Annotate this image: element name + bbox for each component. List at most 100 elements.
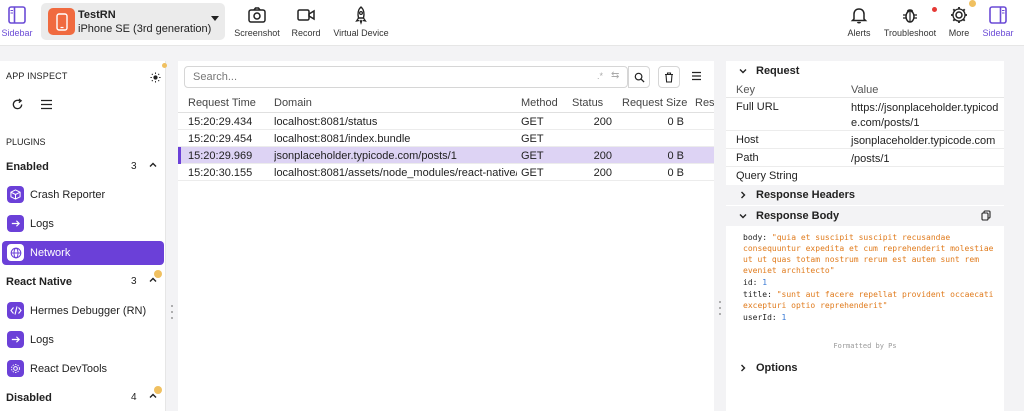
kv-value: https://jsonplaceholder.typicode.com/pos…	[851, 102, 999, 129]
device-model: iPhone SE (3rd generation)	[78, 23, 212, 35]
more-notification-dot	[969, 0, 976, 7]
record-label: Record	[291, 28, 321, 38]
table-row-selected[interactable]: 15:20:29.969 jsonplaceholder.typicode.co…	[178, 147, 714, 164]
menu-icon[interactable]	[39, 98, 53, 110]
menu-icon[interactable]	[691, 71, 702, 84]
column-header[interactable]: Method	[521, 97, 567, 109]
sidebar-item-react-devtools[interactable]: React DevTools	[2, 357, 164, 381]
group-count: 3	[131, 161, 137, 172]
sidebar-item-logs[interactable]: Logs	[2, 212, 164, 236]
json-key: body:	[743, 233, 768, 242]
column-header[interactable]: Status	[572, 97, 612, 109]
json-string: consequuntur expedita et cum reprehender…	[743, 244, 994, 253]
clear-button[interactable]	[658, 66, 680, 88]
detail-resize-handle[interactable]	[718, 301, 722, 315]
kv-row: Full URL https://jsonplaceholder.typicod…	[726, 98, 1004, 131]
search-input[interactable]	[193, 70, 573, 84]
sidebar-item-label: Hermes Debugger (RN)	[30, 305, 147, 317]
column-header[interactable]: Request Size	[622, 97, 692, 109]
screenshot-label: Screenshot	[234, 28, 280, 38]
kv-key: Full URL	[736, 101, 779, 113]
kv-row: Query String	[726, 167, 1004, 185]
table-row[interactable]: 15:20:30.155 localhost:8081/assets/node_…	[178, 164, 714, 181]
search-box: .* ⇆	[184, 66, 628, 88]
caret-down-icon	[211, 16, 219, 21]
formatted-by-label: Formatted by Ps	[833, 342, 897, 350]
column-header[interactable]: Resp	[695, 97, 714, 109]
alerts-button[interactable]: Alerts	[844, 0, 874, 46]
group-enabled-header[interactable]: Enabled 3	[0, 157, 166, 177]
sidebar-icon	[8, 6, 26, 24]
device-selector[interactable]: TestRN iPhone SE (3rd generation)	[41, 3, 225, 40]
rocket-icon	[355, 6, 367, 25]
record-button[interactable]: Record	[288, 0, 324, 46]
swap-icon[interactable]: ⇆	[611, 70, 619, 81]
sidebar-toggle-left-button[interactable]: Sidebar	[0, 0, 34, 46]
table-row[interactable]: 15:20:29.434 localhost:8081/status GET 2…	[178, 113, 714, 130]
value-header: Value	[851, 84, 879, 96]
section-title: Response Body	[756, 210, 840, 222]
cell-status: 200	[593, 150, 612, 162]
column-header[interactable]: Request Time	[188, 97, 274, 109]
troubleshoot-label: Troubleshoot	[883, 28, 937, 38]
cell-method: GET	[521, 133, 544, 145]
alerts-label: Alerts	[847, 28, 871, 38]
sidebar-toggle-right-button[interactable]: Sidebar	[980, 0, 1016, 46]
sidebar-item-rn-logs[interactable]: Logs	[2, 328, 164, 352]
cell-method: GET	[521, 116, 544, 128]
cell-domain: localhost:8081/status	[274, 116, 378, 128]
cell-domain: localhost:8081/index.bundle	[274, 133, 411, 145]
group-react-native-header[interactable]: React Native 3	[0, 272, 166, 292]
plugins-heading: PLUGINS	[6, 137, 46, 147]
response-body-section-header[interactable]: Response Body	[726, 206, 1004, 226]
key-header: Key	[736, 84, 755, 96]
chevron-right-icon	[741, 191, 746, 199]
request-section-header[interactable]: Request	[726, 61, 1004, 81]
sun-icon[interactable]	[149, 71, 161, 83]
group-label: Enabled	[6, 161, 49, 173]
more-button[interactable]: More	[945, 0, 973, 46]
phone-icon	[48, 8, 75, 35]
table-row[interactable]: 15:20:29.454 localhost:8081/index.bundle…	[178, 130, 714, 147]
virtual-device-button[interactable]: Virtual Device	[330, 0, 392, 46]
cube-icon	[7, 186, 24, 203]
kv-header: Key Value	[726, 81, 1004, 98]
sidebar-resize-handle[interactable]	[170, 305, 174, 319]
cell-method: GET	[521, 167, 544, 179]
kv-key: Path	[736, 152, 759, 164]
json-line: body: "quia et suscipit suscipit recusan…	[743, 232, 950, 243]
group-disabled-header[interactable]: Disabled 4	[0, 388, 166, 408]
sidebar-item-label: Logs	[30, 334, 54, 346]
settings-icon	[7, 360, 24, 377]
json-key: userId:	[743, 313, 777, 322]
camera-icon	[248, 7, 266, 23]
refresh-icon[interactable]	[10, 97, 24, 111]
chevron-right-icon	[741, 364, 746, 372]
copy-icon[interactable]	[981, 210, 991, 221]
sidebar-item-network[interactable]: Network	[2, 241, 164, 265]
group-label: Disabled	[6, 392, 52, 404]
sidebar-item-crash-reporter[interactable]: Crash Reporter	[2, 183, 164, 207]
troubleshoot-button[interactable]: Troubleshoot	[880, 0, 940, 46]
options-section-header[interactable]: Options	[726, 358, 1004, 378]
response-body-viewer: body: "quia et suscipit suscipit recusan…	[726, 227, 1004, 356]
column-header[interactable]: Domain	[274, 97, 517, 109]
regex-icon[interactable]: .*	[597, 71, 603, 81]
screenshot-button[interactable]: Screenshot	[232, 0, 282, 46]
json-line: id: 1	[743, 277, 767, 288]
sidebar-item-hermes-debugger[interactable]: Hermes Debugger (RN)	[2, 299, 164, 323]
chevron-up-icon	[149, 162, 157, 167]
json-key: title:	[743, 290, 772, 299]
gear-icon	[951, 7, 967, 23]
video-camera-icon	[297, 9, 315, 21]
sidebar-item-label: Crash Reporter	[30, 189, 106, 201]
cell-size: 0 B	[667, 150, 684, 162]
json-string: excepturi optio reprehenderit"	[743, 301, 888, 310]
code-icon	[7, 302, 24, 319]
search-button[interactable]	[628, 66, 650, 88]
trash-icon	[665, 71, 673, 83]
response-headers-section-header[interactable]: Response Headers	[726, 185, 1004, 205]
network-panel: .* ⇆ Request Time Domain Method Status R…	[178, 61, 714, 411]
top-toolbar: Sidebar TestRN iPhone SE (3rd generation…	[0, 0, 1024, 46]
sidebar-icon	[989, 6, 1007, 24]
